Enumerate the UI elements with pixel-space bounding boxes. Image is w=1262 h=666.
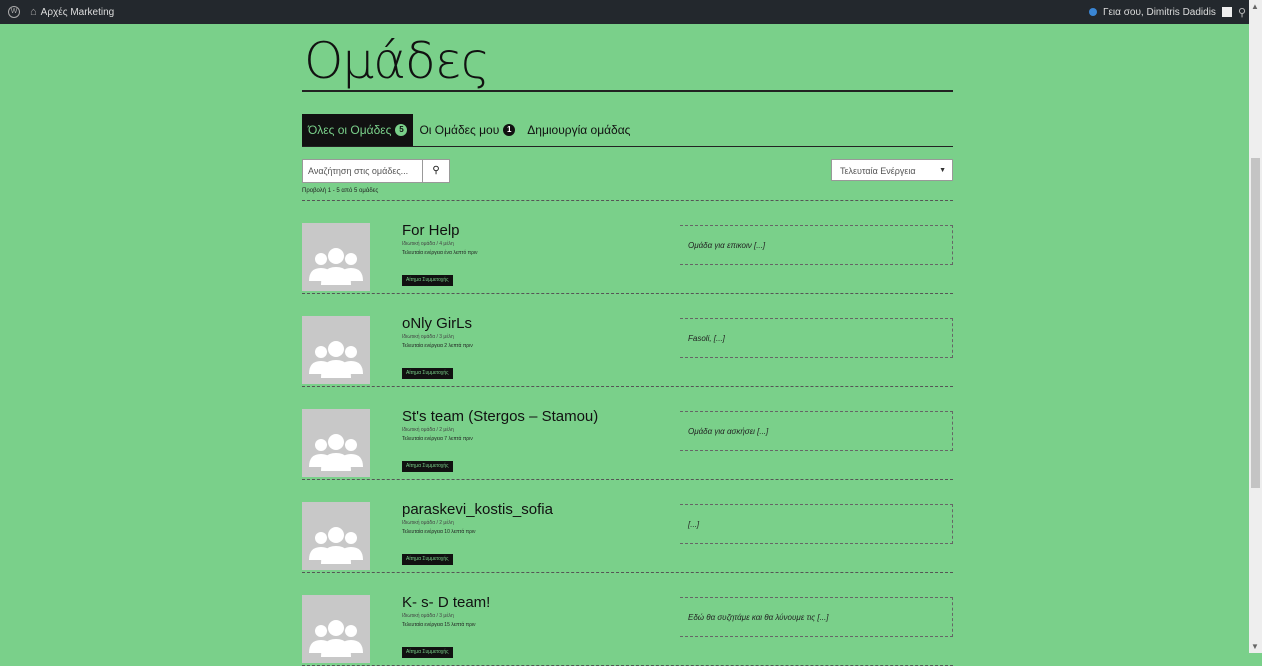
chevron-down-icon: ▼ xyxy=(939,167,946,174)
order-by-select[interactable]: Τελευταία Ενέργεια ▼ xyxy=(831,159,953,181)
group-avatar-icon xyxy=(302,223,370,291)
user-avatar[interactable] xyxy=(1221,7,1232,17)
group-item: For Help Ιδιωτική ομάδα / 4 μέλη Τελευτα… xyxy=(302,201,953,294)
group-description: Εδώ θα συζητάμε και θα λύνουμε τις [...] xyxy=(680,597,953,637)
admin-bar: W ⌂ Αρχές Marketing Γεια σου, Dimitris D… xyxy=(0,0,1262,24)
group-type-members: Ιδιωτική ομάδα / 2 μέλη xyxy=(402,427,454,433)
order-selected-value: Τελευταία Ενέργεια xyxy=(840,166,916,176)
tab-label: Δημιουργία ομάδας xyxy=(527,123,631,137)
tab-count-badge: 1 xyxy=(503,124,516,136)
group-last-active: Τελευταία ενέργεια 2 λεπτά πριν xyxy=(402,343,473,349)
tab-count-badge: 5 xyxy=(395,124,408,136)
group-name-link[interactable]: For Help xyxy=(402,222,460,239)
group-name-link[interactable]: St's team (Stergos – Stamou) xyxy=(402,408,598,425)
group-avatar-icon xyxy=(302,316,370,384)
page-scrollbar[interactable]: ▲ ▼ xyxy=(1249,0,1262,653)
page-title: Ομάδες xyxy=(302,32,953,92)
group-last-active: Τελευταία ενέργεια 7 λεπτά πριν xyxy=(402,436,473,442)
group-list: For Help Ιδιωτική ομάδα / 4 μέλη Τελευτα… xyxy=(302,201,953,666)
site-name-link[interactable]: Αρχές Marketing xyxy=(41,7,115,18)
group-item: paraskevi_kostis_sofia Ιδιωτική ομάδα / … xyxy=(302,480,953,573)
group-description: [...] xyxy=(680,504,953,544)
group-item: oNly GirLs Ιδιωτική ομάδα / 3 μέλη Τελευ… xyxy=(302,294,953,387)
group-avatar-icon xyxy=(302,502,370,570)
group-description: Ομάδα για επικοιν [...] xyxy=(680,225,953,265)
group-type-members: Ιδιωτική ομάδα / 4 μέλη xyxy=(402,241,454,247)
pagination-count: Προβολή 1 - 5 από 5 ομάδες xyxy=(302,188,379,194)
groups-directory: Ομάδες Όλες οι Ομάδες 5 Οι Ομάδες μου 1 … xyxy=(302,32,953,666)
group-avatar-icon xyxy=(302,409,370,477)
group-last-active: Τελευταία ενέργεια ένα λεπτό πριν xyxy=(402,250,478,256)
groups-tabs: Όλες οι Ομάδες 5 Οι Ομάδες μου 1 Δημιουρ… xyxy=(302,114,953,147)
group-type-members: Ιδιωτική ομάδα / 2 μέλη xyxy=(402,520,454,526)
group-item: St's team (Stergos – Stamou) Ιδιωτική ομ… xyxy=(302,387,953,480)
tab-label: Όλες οι Ομάδες xyxy=(308,123,392,137)
group-avatar[interactable] xyxy=(302,316,370,384)
site-home-icon[interactable]: ⌂ xyxy=(30,6,37,18)
request-membership-button[interactable]: Αίτημα Συμμετοχής xyxy=(402,554,453,565)
tab-create-group[interactable]: Δημιουργία ομάδας xyxy=(521,114,636,146)
group-last-active: Τελευταία ενέργεια 10 λεπτά πριν xyxy=(402,529,476,535)
group-search-input[interactable]: Αναζήτηση στις ομάδες... xyxy=(302,159,427,183)
group-type-members: Ιδιωτική ομάδα / 3 μέλη xyxy=(402,613,454,619)
group-description: Fasoli, [...] xyxy=(680,318,953,358)
group-last-active: Τελευταία ενέργεια 15 λεπτά πριν xyxy=(402,622,476,628)
request-membership-button[interactable]: Αίτημα Συμμετοχής xyxy=(402,368,453,379)
search-row: Αναζήτηση στις ομάδες... ⚲ Τελευταία Ενέ… xyxy=(302,159,953,183)
user-greeting[interactable]: Γεια σου, Dimitris Dadidis xyxy=(1103,7,1216,18)
group-name-link[interactable]: paraskevi_kostis_sofia xyxy=(402,501,553,518)
scroll-down-icon[interactable]: ▼ xyxy=(1251,642,1259,651)
request-membership-button[interactable]: Αίτημα Συμμετοχής xyxy=(402,275,453,286)
tab-all-groups[interactable]: Όλες οι Ομάδες 5 xyxy=(302,114,414,146)
group-avatar[interactable] xyxy=(302,409,370,477)
group-name-link[interactable]: oNly GirLs xyxy=(402,315,472,332)
group-avatar[interactable] xyxy=(302,223,370,291)
group-name-link[interactable]: K- s- D team! xyxy=(402,594,490,611)
group-type-members: Ιδιωτική ομάδα / 3 μέλη xyxy=(402,334,454,340)
search-submit-button[interactable]: ⚲ xyxy=(422,159,450,183)
group-item: K- s- D team! Ιδιωτική ομάδα / 3 μέλη Τε… xyxy=(302,573,953,666)
group-description: Ομάδα για ασκήσει [...] xyxy=(680,411,953,451)
tab-label: Οι Ομάδες μου xyxy=(419,123,500,137)
group-avatar[interactable] xyxy=(302,502,370,570)
wordpress-logo-icon[interactable]: W xyxy=(8,6,20,18)
user-status-icon xyxy=(1088,8,1097,16)
search-icon: ⚲ xyxy=(432,165,440,176)
search-icon[interactable]: ⚲ xyxy=(1238,6,1246,19)
scrollbar-thumb[interactable] xyxy=(1251,158,1260,488)
scroll-up-icon[interactable]: ▲ xyxy=(1251,2,1259,11)
request-membership-button[interactable]: Αίτημα Συμμετοχής xyxy=(402,461,453,472)
tab-my-groups[interactable]: Οι Ομάδες μου 1 xyxy=(413,114,521,146)
